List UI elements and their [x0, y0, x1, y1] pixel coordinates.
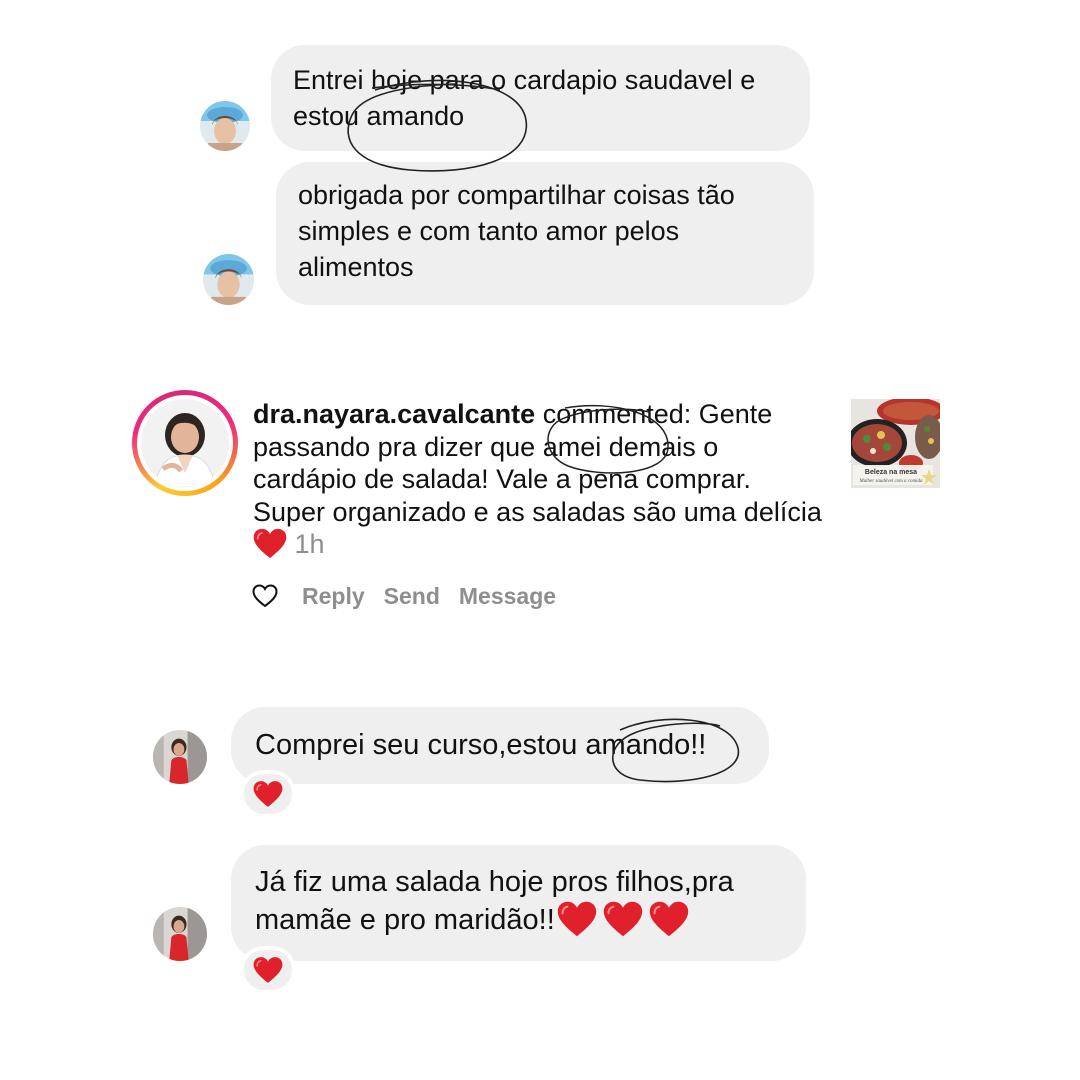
message-bubble[interactable]: obrigada por compartilhar coisas tão sim… — [276, 162, 814, 305]
avatar-photo — [141, 399, 229, 487]
message-reaction[interactable] — [240, 770, 296, 818]
message-bubble[interactable]: Já fiz uma salada hoje pros filhos,pra m… — [231, 845, 806, 961]
commenter-avatar[interactable] — [203, 254, 254, 305]
username[interactable]: dra.nayara.cavalcante — [253, 399, 535, 429]
thumb-title: Beleza na mesa — [865, 469, 917, 476]
message-text: Comprei seu curso,estou amando!! — [255, 729, 707, 761]
message-text: Entrei hoje para o cardapio saudavel e e… — [293, 65, 756, 131]
reply-button[interactable]: Reply — [302, 583, 365, 610]
red-heart-emoji-icon — [253, 528, 287, 559]
timestamp: 1h — [294, 529, 325, 559]
red-heart-emoji-icon — [603, 901, 643, 937]
message-text: obrigada por compartilhar coisas tão sim… — [298, 180, 735, 282]
message-bubble[interactable]: Entrei hoje para o cardapio saudavel e e… — [271, 45, 810, 151]
avatar — [141, 399, 229, 487]
message-bubble[interactable]: Comprei seu curso,estou amando!! — [231, 707, 769, 784]
avatar-photo — [153, 907, 207, 961]
commenter-avatar[interactable] — [153, 730, 207, 784]
notification-text[interactable]: dra.nayara.cavalcante commented: Gente p… — [253, 398, 823, 561]
message-reaction[interactable] — [240, 946, 296, 994]
commenter-avatar[interactable] — [153, 907, 207, 961]
red-heart-emoji-icon — [253, 956, 283, 984]
avatar-photo — [203, 254, 254, 305]
post-thumbnail[interactable]: Beleza na mesa Mulher saudável com a com… — [851, 399, 940, 488]
red-heart-emoji-icon — [557, 901, 597, 937]
avatar-photo — [200, 101, 250, 151]
red-heart-emoji-icon — [649, 901, 689, 937]
post-thumbnail-image: Beleza na mesa Mulher saudável com a com… — [851, 399, 940, 488]
send-button[interactable]: Send — [384, 583, 440, 610]
story-ring-avatar[interactable] — [132, 390, 238, 496]
comment-actions: Reply Send Message — [252, 580, 575, 612]
thumb-subtitle: Mulher saudável com a comida — [858, 479, 923, 484]
commenter-avatar[interactable] — [200, 101, 250, 151]
heart-outline-icon[interactable] — [252, 584, 278, 608]
message-button[interactable]: Message — [459, 583, 556, 610]
avatar-photo — [153, 730, 207, 784]
message-text: Já fiz uma salada hoje pros filhos,pra m… — [255, 863, 782, 939]
red-heart-emoji-icon — [253, 780, 283, 808]
